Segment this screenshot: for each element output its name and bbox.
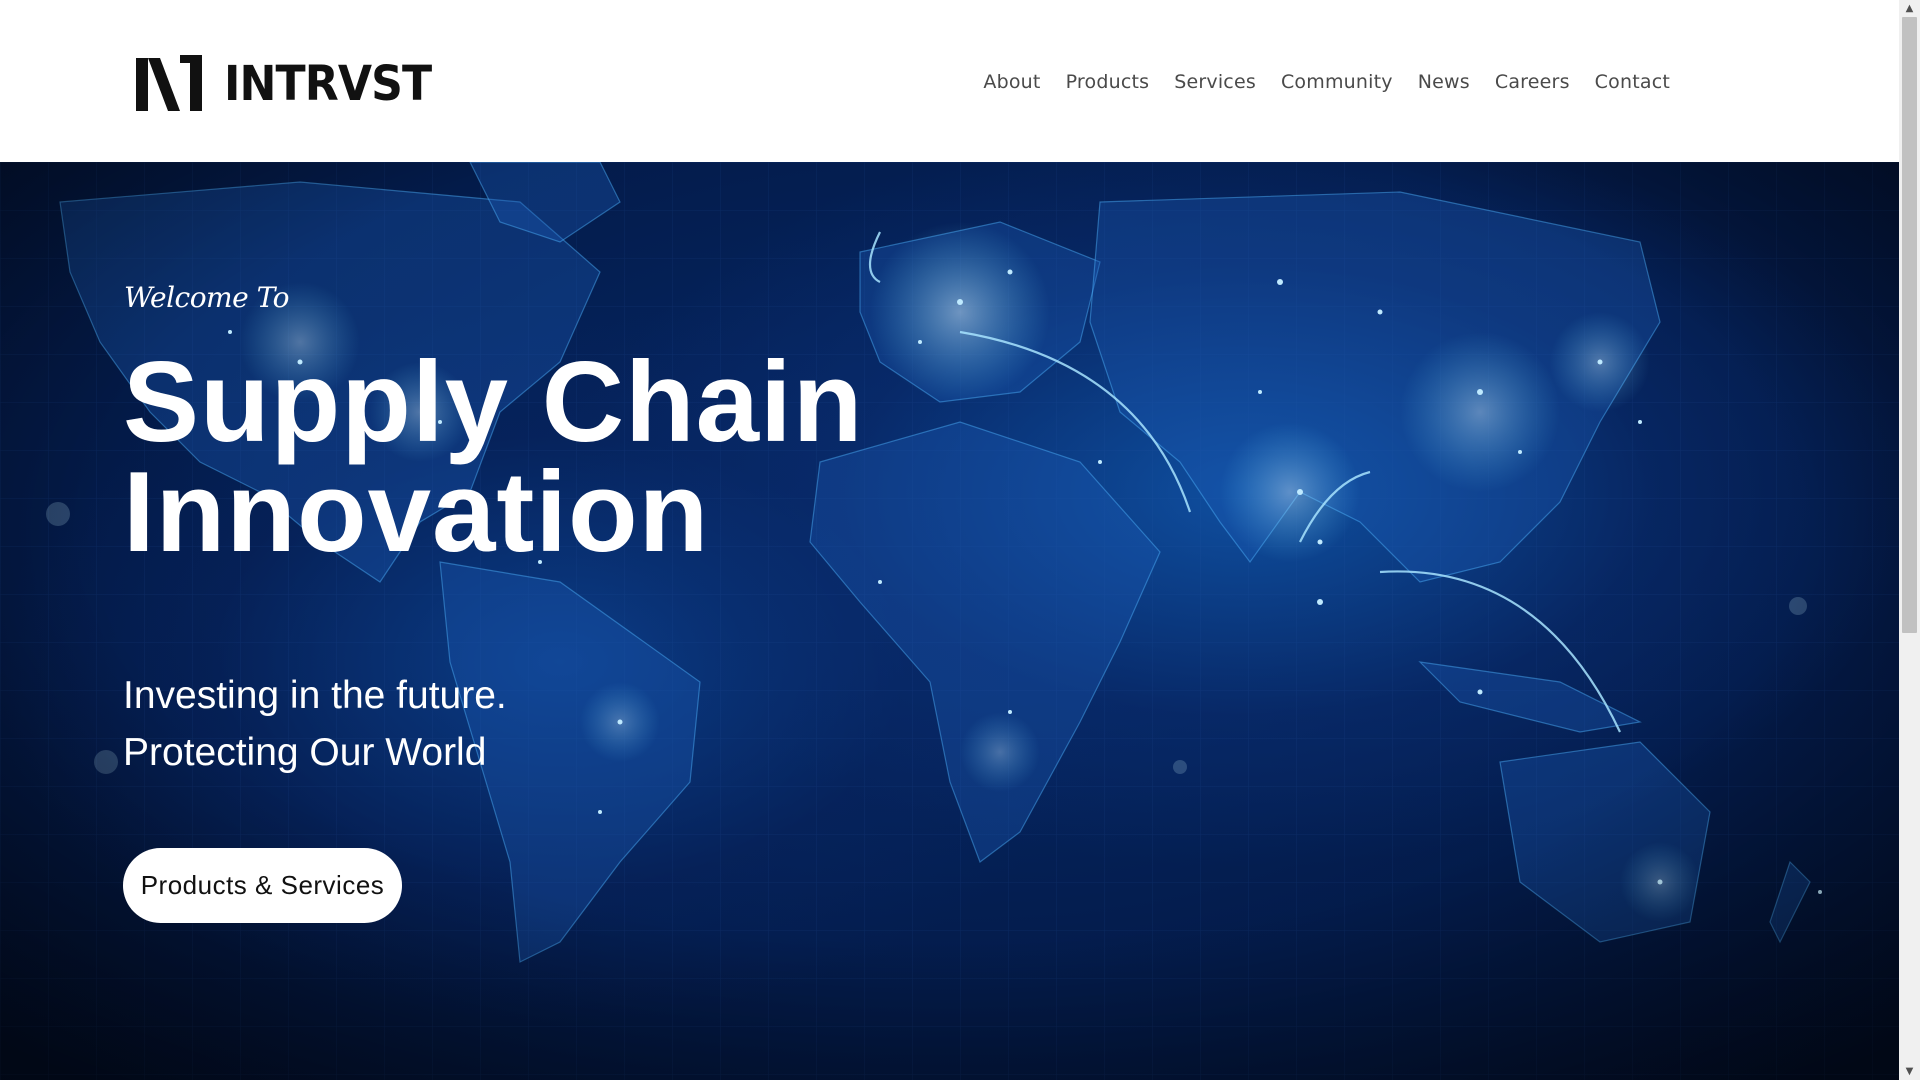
page-scrollbar[interactable]: ▲ ▼: [1899, 0, 1920, 1080]
nav-careers[interactable]: Careers: [1495, 71, 1570, 93]
hero-welcome: Welcome To: [124, 281, 289, 314]
nav-contact[interactable]: Contact: [1595, 71, 1670, 93]
nav-about[interactable]: About: [983, 71, 1040, 93]
hero-section: Welcome To Supply Chain Innovation Inves…: [0, 162, 1899, 1080]
hero-tagline-line2: Protecting Our World: [123, 731, 487, 774]
scroll-up-arrow-icon[interactable]: ▲: [1899, 0, 1920, 17]
hero-title-line2: Innovation: [123, 449, 710, 576]
scroll-thumb[interactable]: [1902, 17, 1917, 633]
hero-tagline-line1: Investing in the future.: [123, 674, 507, 717]
main-nav: About Products Services Community News C…: [958, 71, 1670, 93]
products-services-button[interactable]: Products & Services: [123, 848, 402, 923]
nav-services[interactable]: Services: [1174, 71, 1256, 93]
nav-community[interactable]: Community: [1281, 71, 1393, 93]
nav-products[interactable]: Products: [1066, 71, 1150, 93]
brand-logo[interactable]: INTRVST: [136, 52, 449, 116]
hero-title-line1: Supply Chain: [123, 339, 864, 466]
logo-mark-icon: [136, 55, 202, 111]
scroll-down-arrow-icon[interactable]: ▼: [1899, 1063, 1920, 1080]
hero-title: Supply Chain Innovation: [123, 339, 1023, 576]
hero-tagline: Investing in the future. Protecting Our …: [123, 667, 823, 781]
brand-name: INTRVST: [224, 56, 432, 112]
nav-news[interactable]: News: [1418, 71, 1470, 93]
site-header: INTRVST About Products Services Communit…: [0, 0, 1899, 162]
